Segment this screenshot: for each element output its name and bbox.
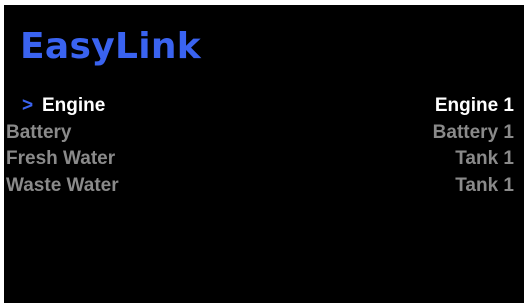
menu-item-value: Tank 1: [455, 174, 514, 196]
menu-item-value: Tank 1: [455, 148, 514, 170]
menu-item-left: Fresh Water: [6, 148, 115, 170]
menu-item-value: Battery 1: [432, 121, 514, 143]
menu-list: > Engine Engine 1 Battery Battery 1 Fres…: [6, 93, 514, 199]
menu-item-fresh-water[interactable]: Fresh Water Tank 1: [6, 146, 514, 173]
app-title: EasyLink: [20, 26, 202, 67]
menu-item-battery[interactable]: Battery Battery 1: [6, 120, 514, 147]
selection-cursor-icon: >: [22, 95, 34, 117]
menu-item-value: Engine 1: [434, 95, 514, 117]
menu-item-left: Waste Water: [6, 175, 119, 197]
menu-item-label: Engine: [42, 95, 106, 117]
menu-item-label: Waste Water: [6, 174, 119, 196]
display-screen: EasyLink > Engine Engine 1 Battery Batte…: [4, 5, 524, 303]
menu-item-left: Battery: [6, 122, 71, 144]
menu-item-waste-water[interactable]: Waste Water Tank 1: [6, 173, 514, 200]
menu-item-left: > Engine: [22, 95, 105, 117]
menu-item-engine[interactable]: > Engine Engine 1: [22, 93, 514, 120]
menu-item-label: Battery: [6, 121, 72, 143]
menu-item-label: Fresh Water: [6, 148, 116, 170]
